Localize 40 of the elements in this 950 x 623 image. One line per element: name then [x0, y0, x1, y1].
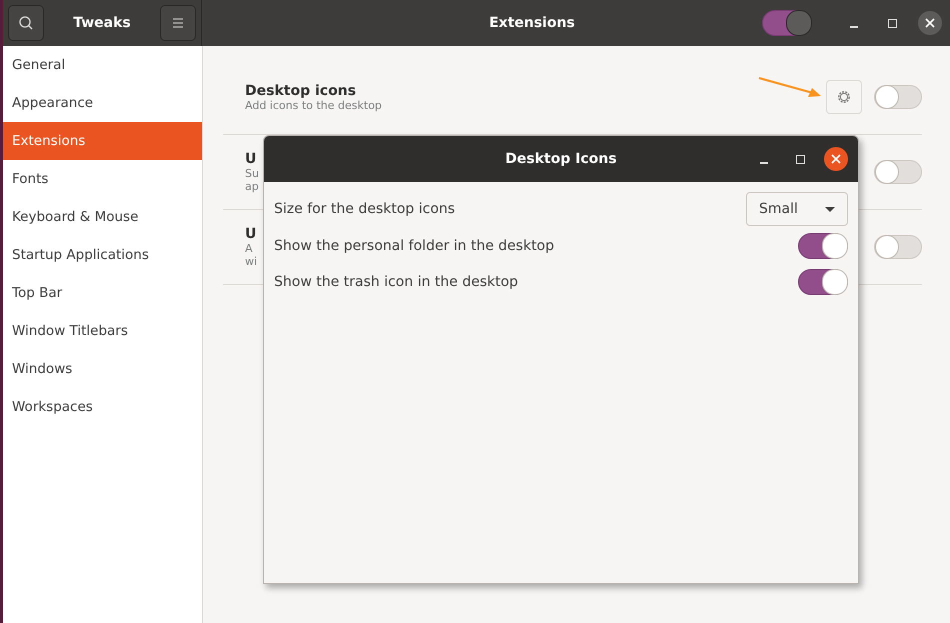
sidebar-item[interactable]: Keyboard & Mouse: [3, 198, 202, 236]
menu-icon: [171, 17, 185, 29]
extension-description: ap: [245, 180, 259, 193]
setting-label: Show the trash icon in the desktop: [274, 274, 518, 290]
toggle-switch[interactable]: [798, 233, 848, 259]
sidebar-item[interactable]: Windows: [3, 350, 202, 388]
sidebar-item[interactable]: General: [3, 46, 202, 84]
window-title: Extensions: [488, 15, 576, 31]
sidebar-item[interactable]: Top Bar: [3, 274, 202, 312]
toggle-switch[interactable]: [798, 269, 848, 295]
close-button[interactable]: [824, 147, 848, 171]
toggle-switch[interactable]: [762, 10, 812, 36]
extension-title: Desktop icons: [245, 82, 357, 98]
caret-icon: [825, 206, 835, 212]
close-button[interactable]: [918, 11, 942, 35]
sidebar-item[interactable]: Appearance: [3, 84, 202, 122]
sidebar-item[interactable]: Workspaces: [3, 388, 202, 426]
close-icon: [831, 154, 841, 164]
extension-title: U: [245, 226, 258, 242]
extension-description: Su: [245, 167, 259, 180]
extension-description: wi: [245, 255, 258, 268]
extension-title: U: [245, 151, 258, 167]
extension-description: A: [245, 242, 254, 255]
extension-description: Add icons to the desktop: [245, 98, 382, 112]
sidebar-item[interactable]: Fonts: [3, 160, 202, 198]
setting-label: Show the personal folder in the desktop: [274, 238, 554, 254]
search-icon: [18, 15, 34, 31]
size-dropdown[interactable]: Small: [746, 192, 848, 226]
sidebar-item[interactable]: Extensions: [3, 122, 202, 160]
settings-button[interactable]: [826, 80, 862, 114]
search-button[interactable]: [8, 5, 44, 41]
dialog-title: Desktop Icons: [505, 151, 617, 167]
gear-icon: [836, 89, 852, 105]
menu-button[interactable]: [160, 5, 196, 41]
sidebar-item[interactable]: Startup Applications: [3, 236, 202, 274]
sidebar-item[interactable]: Window Titlebars: [3, 312, 202, 350]
setting-label: Size for the desktop icons: [274, 201, 455, 217]
close-icon: [925, 18, 935, 28]
arrow-drawing: [758, 76, 821, 97]
app-title: Tweaks: [73, 15, 131, 31]
